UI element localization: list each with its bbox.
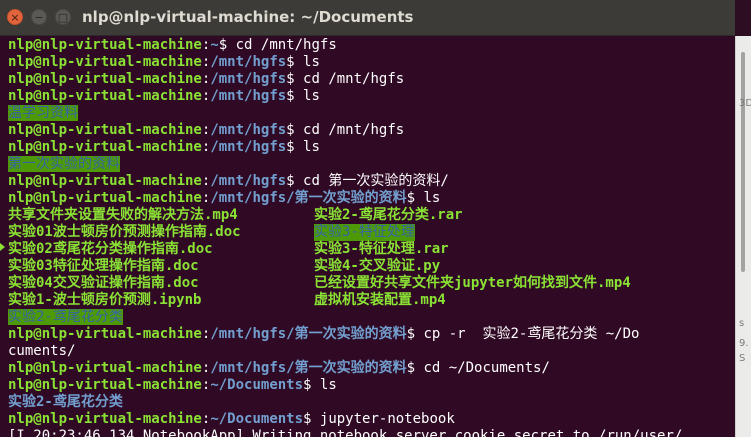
prompt-path: ~/Documents [210, 411, 304, 427]
prompt-user-host: nlp@nlp-virtual-machine [8, 139, 202, 155]
terminal-line: nlp@nlp-virtual-machine:/mnt/hgfs$ ls [8, 54, 320, 70]
close-window-button[interactable]: × [7, 9, 23, 25]
terminal-output[interactable]: nlp@nlp-virtual-machine:~$ cd /mnt/hgfs … [0, 36, 735, 437]
terminal-line: nlp@nlp-virtual-machine:/mnt/hgfs$ cd 第一… [8, 173, 449, 189]
terminal-line: nlp@nlp-virtual-machine:/mnt/hgfs/第一次实验的… [8, 326, 640, 342]
prompt-path: /mnt/hgfs [210, 54, 287, 70]
background-window-fragment: 9. [739, 338, 749, 349]
prompt-user-host: nlp@nlp-virtual-machine [8, 411, 202, 427]
file-entry: 实验1-波士顿房价预测.ipynb [8, 292, 202, 308]
file-entry: 虚拟机安装配置.mp4 [314, 292, 446, 308]
prompt-user-host: nlp@nlp-virtual-machine [8, 173, 202, 189]
terminal-line: nlp@nlp-virtual-machine:~/Documents$ jup… [8, 411, 455, 427]
command-text: ls [303, 139, 320, 155]
prompt-user-host: nlp@nlp-virtual-machine [8, 37, 202, 53]
command-text: cd ~/Documents/ [423, 360, 550, 376]
terminal-line: [I 20:23:46.134 NotebookApp] Writing not… [8, 428, 682, 437]
terminal-line: nlp@nlp-virtual-machine:~/Documents$ ls [8, 377, 337, 393]
terminal-line: nlp@nlp-virtual-machine:~$ cd /mnt/hgfs [8, 37, 337, 53]
prompt-user-host: nlp@nlp-virtual-machine [8, 326, 202, 342]
scrollbar-thumb[interactable] [741, 52, 745, 272]
prompt-path-folder: 第一次实验的资料 [294, 190, 407, 206]
prompt-user-host: nlp@nlp-virtual-machine [8, 71, 202, 87]
prompt-path: /mnt/hgfs/ [210, 360, 295, 376]
command-text: cd /mnt/hgfs [303, 122, 405, 138]
directory-entry: 温学习资料 [8, 105, 78, 121]
terminal-line: nlp@nlp-virtual-machine:/mnt/hgfs$ ls [8, 139, 320, 155]
background-window-fragment: S [739, 353, 746, 364]
prompt-path: ~ [210, 37, 219, 53]
ls-row: 实验03特征处理操作指南.doc 实验4-交叉验证.py [8, 258, 440, 275]
terminal-line: cuments/ [8, 343, 75, 360]
file-entry: 实验03特征处理操作指南.doc [8, 258, 199, 274]
terminal-line: nlp@nlp-virtual-machine:/mnt/hgfs$ ls [8, 88, 320, 104]
terminal-line: nlp@nlp-virtual-machine:/mnt/hgfs$ cd /m… [8, 71, 405, 87]
prompt-user-host: nlp@nlp-virtual-machine [8, 88, 202, 104]
command-text: cp -r 实验2-鸢尾花分类 ~/Do [423, 326, 640, 342]
window-title: nlp@nlp-virtual-machine: ~/Documents [82, 8, 414, 26]
command-text: cd /mnt/hgfs [235, 37, 337, 53]
maximize-window-button[interactable]: □ [55, 9, 71, 25]
prompt-user-host: nlp@nlp-virtual-machine [8, 190, 202, 206]
prompt-path: /mnt/hgfs [210, 139, 287, 155]
command-text: jupyter-notebook [319, 411, 455, 427]
prompt-path: /mnt/hgfs/ [210, 326, 295, 342]
file-entry: 实验02鸢尾花分类操作指南.doc [8, 241, 213, 257]
file-entry: 共享文件夹设置失败的解决方法.mp4 [8, 207, 238, 223]
file-entry: 已经设置好共享文件夹jupyter如何找到文件.mp4 [314, 275, 631, 291]
directory-entry: 实验2-鸢尾花分类 [8, 394, 123, 410]
command-text: ls [319, 377, 337, 393]
terminal-line: 实验2-鸢尾花分类 [8, 394, 123, 411]
terminal-scrollbar[interactable] [735, 36, 751, 437]
ls-row: 实验01波士顿房价预测操作指南.doc 实验3-特征处理 [8, 224, 415, 241]
prompt-path: /mnt/hgfs [210, 88, 287, 104]
command-text-wrap: cuments/ [8, 343, 76, 359]
ls-row: 实验04交叉验证操作指南.doc 已经设置好共享文件夹jupyter如何找到文件.… [8, 275, 631, 292]
ls-row: 实验1-波士顿房价预测.ipynb 虚拟机安装配置.mp4 [8, 292, 446, 309]
ls-row: 实验02鸢尾花分类操作指南.doc 实验3-特征处理.rar [8, 241, 449, 258]
command-text: cd 第一次实验的资料/ [303, 173, 449, 189]
terminal-line: nlp@nlp-virtual-machine:/mnt/hgfs/第一次实验的… [8, 360, 550, 376]
file-entry: 实验01波士顿房价预测操作指南.doc [8, 224, 241, 240]
background-window-fragment: s [739, 318, 745, 329]
minimize-window-button[interactable]: − [31, 9, 47, 25]
file-entry: 实验04交叉验证操作指南.doc [8, 275, 199, 291]
prompt-user-host: nlp@nlp-virtual-machine [8, 122, 202, 138]
terminal-line: 温学习资料 [8, 105, 78, 122]
prompt-path-folder: 第一次实验的资料 [294, 326, 407, 342]
directory-entry: 实验3-特征处理 [314, 224, 415, 241]
prompt-user-host: nlp@nlp-virtual-machine [8, 377, 202, 393]
ls-row: 实验2-鸢尾花分类 [8, 309, 123, 326]
command-text: cd /mnt/hgfs [303, 71, 405, 87]
terminal-line: nlp@nlp-virtual-machine:/mnt/hgfs$ cd /m… [8, 122, 405, 138]
prompt-path: /mnt/hgfs [210, 173, 287, 189]
command-text: ls [303, 54, 320, 70]
prompt-user-host: nlp@nlp-virtual-machine [8, 54, 202, 70]
prompt-path: /mnt/hgfs [210, 71, 287, 87]
prompt-path: /mnt/hgfs/ [210, 190, 295, 206]
prompt-path: ~/Documents [210, 377, 304, 393]
background-window-fragment: 3D [739, 98, 751, 109]
terminal-line: 第一次实验的资料 [8, 156, 120, 173]
prompt-path: /mnt/hgfs [210, 122, 287, 138]
terminal-line: nlp@nlp-virtual-machine:/mnt/hgfs/第一次实验的… [8, 190, 441, 206]
command-text: ls [423, 190, 441, 206]
file-entry: 实验4-交叉验证.py [314, 258, 441, 274]
file-entry: 实验3-特征处理.rar [314, 241, 449, 257]
command-text: ls [303, 88, 320, 104]
window-titlebar[interactable]: × − □ nlp@nlp-virtual-machine: ~/Documen… [0, 0, 735, 36]
prompt-path-folder: 第一次实验的资料 [294, 360, 407, 376]
ls-row: 共享文件夹设置失败的解决方法.mp4 实验2-鸢尾花分类.rar [8, 207, 463, 224]
scrollback-marker-icon [0, 243, 5, 251]
directory-entry: 实验2-鸢尾花分类 [8, 309, 123, 325]
log-output: [I 20:23:46.134 NotebookApp] Writing not… [8, 428, 683, 437]
prompt-user-host: nlp@nlp-virtual-machine [8, 360, 202, 376]
file-entry: 实验2-鸢尾花分类.rar [314, 207, 463, 223]
directory-entry: 第一次实验的资料 [8, 156, 120, 172]
